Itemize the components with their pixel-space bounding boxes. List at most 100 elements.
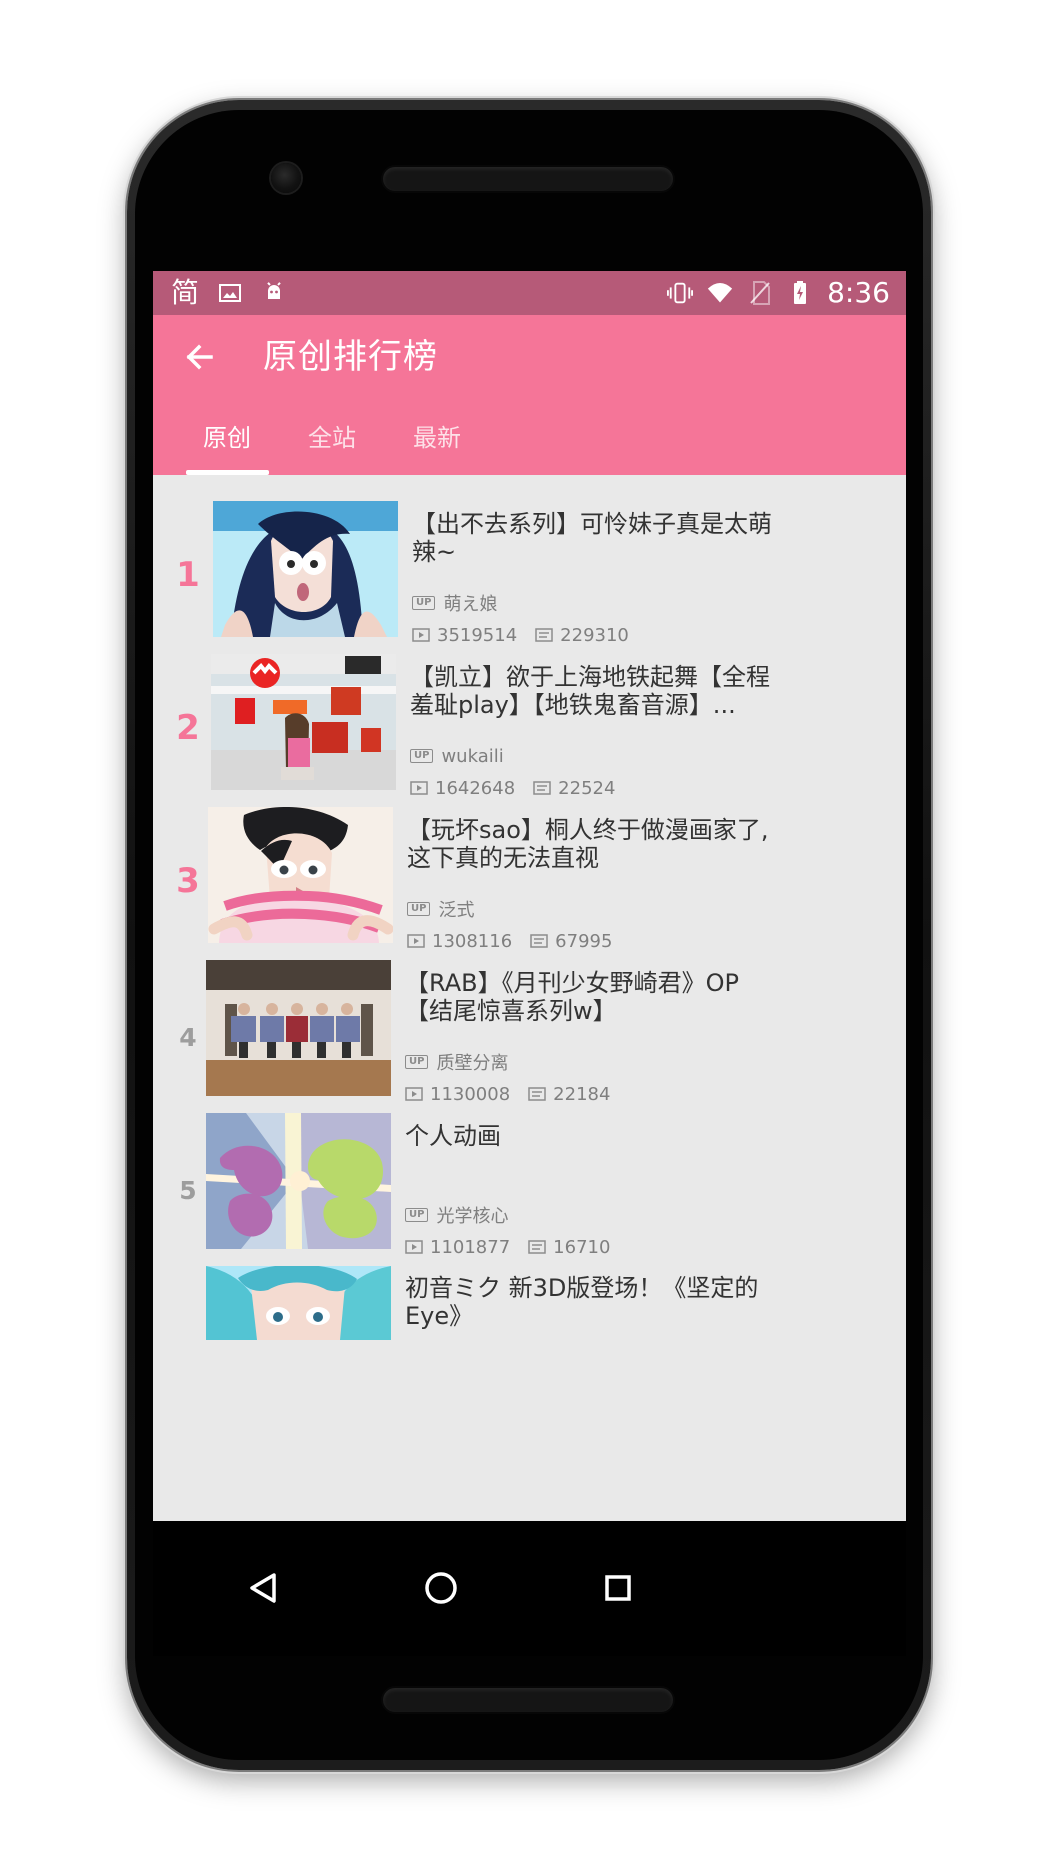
uploader-row: UP wukaili	[410, 744, 504, 768]
stats-row: 1130008 22184	[405, 1082, 610, 1106]
input-method-indicator: 简	[171, 276, 200, 309]
play-count: 1130008	[430, 1083, 511, 1105]
ranking-item-2[interactable]: 2 【凯立】欲于上海地铁起舞【全程羞耻play】【地铁鬼畜音源】... UP w…	[153, 654, 906, 807]
ranking-item-6[interactable]: 初音ミク 新3D版登场！《坚定的Eye》	[153, 1266, 906, 1419]
subway-dance-thumbnail-icon	[211, 654, 396, 790]
rank-number: 3	[176, 861, 200, 901]
uploader-row: UP 泛式	[407, 897, 474, 921]
video-title[interactable]: 【凯立】欲于上海地铁起舞【全程羞耻play】【地铁鬼畜音源】...	[410, 663, 776, 719]
stats-row: 1101877 16710	[405, 1235, 610, 1259]
stats-row: 1308116 67995	[407, 929, 612, 953]
video-thumbnail[interactable]	[206, 960, 391, 1096]
video-thumbnail[interactable]	[211, 654, 396, 790]
video-thumbnail[interactable]	[206, 1113, 391, 1249]
top-speaker	[383, 167, 673, 191]
tab-all-site[interactable]: 全站	[284, 402, 380, 475]
comment-count-icon	[528, 1240, 546, 1254]
status-right-icons: 8:36	[667, 271, 890, 315]
android-icon	[261, 280, 287, 306]
comment-count-stat: 229310	[535, 625, 629, 646]
uploader-name[interactable]: 泛式	[438, 896, 474, 922]
play-count-stat: 1101877	[405, 1237, 510, 1258]
front-camera	[271, 163, 301, 193]
ranking-item-4[interactable]: 4 【RAB】《月刊少女野崎君》OP【结尾惊喜系列w】 UP 质壁分离 1130…	[153, 960, 906, 1113]
play-count-stat: 3519514	[412, 625, 517, 646]
app-bar: 原创排行榜	[153, 315, 906, 402]
uploader-row: UP 萌え娘	[412, 591, 497, 615]
recents-nav-button[interactable]	[586, 1556, 650, 1620]
video-title[interactable]: 个人动画	[405, 1122, 771, 1150]
comment-count: 22184	[553, 1083, 611, 1105]
comment-count-icon	[533, 781, 551, 795]
app-screen: 简 8:36 原创排行榜 原创 全站 最新 1 【出不去系列】可怜妹子真是太萌辣…	[153, 271, 906, 1521]
home-nav-button[interactable]	[409, 1556, 473, 1620]
video-thumbnail[interactable]	[206, 1266, 391, 1340]
play-count-icon	[412, 628, 430, 642]
status-left-icons: 简	[171, 271, 287, 315]
back-nav-button[interactable]	[231, 1556, 295, 1620]
anime-girl-thumbnail-icon	[213, 501, 398, 637]
rank-number: 1	[176, 555, 200, 595]
comment-count: 16710	[553, 1236, 611, 1258]
uploader-name[interactable]: 质壁分离	[436, 1049, 508, 1075]
stats-row: 3519514 229310	[412, 623, 629, 647]
comment-count-stat: 16710	[528, 1237, 610, 1258]
rank-number: 4	[179, 1023, 197, 1052]
ranking-item-1[interactable]: 1 【出不去系列】可怜妹子真是太萌辣~ UP 萌え娘 3519514 22931…	[153, 501, 906, 654]
stats-row: 1642648 22524	[410, 776, 615, 800]
video-title[interactable]: 【玩坏sao】桐人终于做漫画家了,这下真的无法直视	[407, 816, 773, 872]
image-icon	[217, 280, 243, 306]
rank-number: 5	[179, 1176, 197, 1205]
anime-boy-thumbnail-icon	[208, 807, 393, 943]
back-arrow-icon	[186, 344, 213, 370]
comment-count-icon	[530, 934, 548, 948]
ranking-item-3[interactable]: 3 【玩坏sao】桐人终于做漫画家了,这下真的无法直视 UP 泛式 130811…	[153, 807, 906, 960]
play-count-stat: 1308116	[407, 931, 512, 952]
uploader-name[interactable]: wukaili	[441, 746, 503, 767]
play-count-icon	[405, 1087, 423, 1101]
tab-original[interactable]: 原创	[179, 402, 275, 475]
video-title[interactable]: 【RAB】《月刊少女野崎君》OP【结尾惊喜系列w】	[405, 969, 771, 1025]
home-circle-icon	[425, 1572, 457, 1604]
tab-bar: 原创 全站 最新	[153, 402, 906, 475]
up-badge-icon: UP	[405, 1055, 429, 1069]
battery-icon	[787, 280, 813, 306]
up-badge-icon: UP	[407, 902, 431, 916]
group-dance-thumbnail-icon	[206, 960, 391, 1096]
comment-count-icon	[528, 1087, 546, 1101]
uploader-name[interactable]: 光学核心	[436, 1202, 508, 1228]
ranking-item-5[interactable]: 5 个人动画 UP 光学核心 1101877 16710	[153, 1113, 906, 1266]
back-triangle-icon	[250, 1573, 276, 1603]
status-bar: 简 8:36	[153, 271, 906, 315]
comment-count-stat: 22524	[533, 778, 615, 799]
video-thumbnail[interactable]	[208, 807, 393, 943]
animation-thumbnail-icon	[206, 1113, 391, 1249]
uploader-name[interactable]: 萌え娘	[443, 590, 497, 616]
video-title[interactable]: 【出不去系列】可怜妹子真是太萌辣~	[412, 510, 778, 566]
comment-count: 22524	[558, 777, 616, 799]
play-count-icon	[407, 934, 425, 948]
comment-count: 67995	[555, 930, 613, 952]
recents-square-icon	[605, 1575, 631, 1601]
back-button[interactable]	[178, 335, 222, 379]
uploader-row: UP 光学核心	[405, 1203, 508, 1227]
play-count-stat: 1642648	[410, 778, 515, 799]
no-sim-icon	[747, 280, 773, 306]
up-badge-icon: UP	[405, 1208, 429, 1222]
video-title[interactable]: 初音ミク 新3D版登场！《坚定的Eye》	[405, 1274, 771, 1330]
play-count: 1308116	[432, 930, 513, 952]
video-thumbnail[interactable]	[213, 501, 398, 637]
tab-latest[interactable]: 最新	[389, 402, 485, 475]
play-count-icon	[410, 781, 428, 795]
android-navigation-bar	[153, 1521, 906, 1656]
rank-number: 2	[176, 708, 200, 748]
comment-count: 229310	[560, 624, 629, 646]
uploader-row: UP 质壁分离	[405, 1050, 508, 1074]
clock-time: 8:36	[827, 276, 890, 309]
hatsune-miku-thumbnail-icon	[206, 1266, 391, 1340]
play-count: 1101877	[430, 1236, 511, 1258]
up-badge-icon: UP	[412, 596, 436, 610]
comment-count-stat: 22184	[528, 1084, 610, 1105]
ranking-list[interactable]: 1 【出不去系列】可怜妹子真是太萌辣~ UP 萌え娘 3519514 22931…	[153, 475, 906, 1521]
comment-count-stat: 67995	[530, 931, 612, 952]
